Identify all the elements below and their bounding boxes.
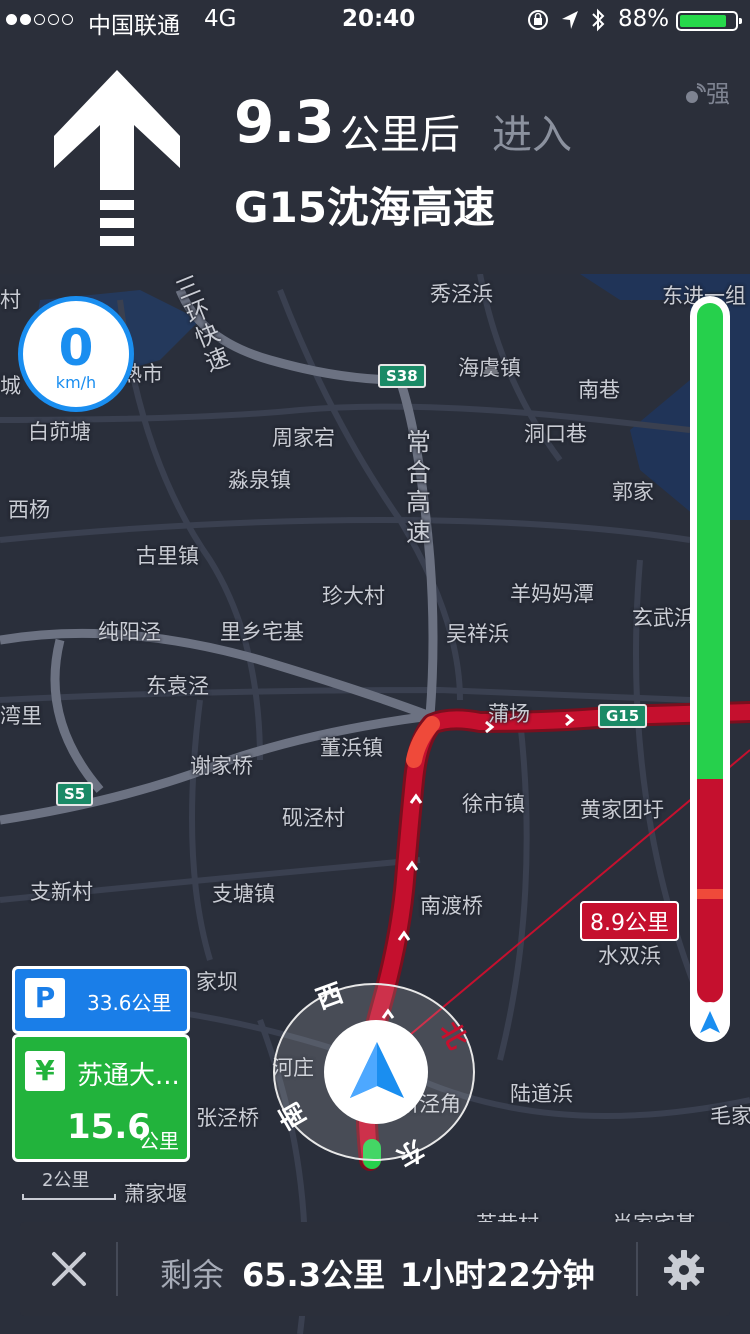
map-label: 西杨 bbox=[8, 498, 50, 522]
rotation-lock-icon bbox=[528, 10, 548, 30]
signal-dot bbox=[20, 14, 31, 25]
turn-action: 进入 bbox=[492, 112, 572, 158]
turn-distance-unit: 公里后 bbox=[340, 112, 460, 158]
map-label: 纯阳泾 bbox=[98, 620, 161, 644]
location-arrow-icon bbox=[562, 11, 578, 29]
bluetooth-icon bbox=[592, 8, 605, 32]
gps-strength: 强 bbox=[684, 74, 730, 109]
network-type: 4G bbox=[204, 6, 237, 32]
map-scale-bar bbox=[22, 1194, 116, 1200]
toll-distance-unit: 公里 bbox=[139, 1129, 179, 1153]
remaining-label: 剩余 bbox=[160, 1256, 225, 1294]
vehicle-position-icon bbox=[350, 1042, 404, 1098]
straight-arrow-icon bbox=[54, 70, 180, 246]
signal-dot bbox=[62, 14, 73, 25]
map-label: 古里镇 bbox=[136, 544, 199, 568]
map-label: 董浜镇 bbox=[320, 736, 383, 760]
map-scale-label: 2公里 bbox=[42, 1170, 90, 1191]
map-label: 郭家 bbox=[612, 480, 654, 504]
map-label: 南巷 bbox=[578, 378, 620, 402]
map-label: 常合高速 bbox=[406, 428, 432, 547]
map-label: 毛家 bbox=[710, 1104, 750, 1128]
map-label: 支塘镇 bbox=[212, 882, 275, 906]
map-label: 张泾桥 bbox=[196, 1106, 259, 1130]
navigation-header: 9.3 公里后 进入 G15沈海高速 强 bbox=[0, 40, 750, 274]
map-scale: 2公里 bbox=[22, 1166, 116, 1200]
map-label: 萧家堰 bbox=[124, 1182, 187, 1206]
map-label: 白茆塘 bbox=[28, 420, 91, 444]
destination-distance-tag: 8.9公里 bbox=[580, 901, 679, 941]
map-label: 谢家桥 bbox=[190, 754, 253, 778]
car-arrow-icon bbox=[700, 1011, 720, 1033]
turn-distance: 9.3 bbox=[234, 88, 335, 156]
signal-dot bbox=[48, 14, 59, 25]
divider bbox=[116, 1242, 118, 1296]
toll-station-name: 苏通大... bbox=[77, 1061, 180, 1091]
toll-station-card[interactable]: ¥ 苏通大... 15.6 公里 bbox=[12, 1034, 190, 1162]
map-label: 黄家团圩 bbox=[580, 798, 664, 822]
divider bbox=[636, 1242, 638, 1296]
parking-icon: P bbox=[25, 978, 65, 1018]
map-label: 水双浜 bbox=[598, 944, 661, 968]
map-label: 周家宕 bbox=[272, 426, 335, 450]
clock: 20:40 bbox=[342, 6, 416, 32]
map-label: 城 bbox=[0, 374, 21, 398]
speed-value: 0 bbox=[58, 319, 94, 377]
remaining-time: 1小时22分钟 bbox=[400, 1256, 595, 1294]
map-label: 湾里 bbox=[0, 704, 42, 728]
map-label: 吴祥浜 bbox=[446, 622, 509, 646]
map-label: 村 bbox=[0, 288, 21, 312]
map-label: 陆道浜 bbox=[510, 1082, 573, 1106]
map-label: 南渡桥 bbox=[420, 894, 483, 918]
progress-clear-segment bbox=[697, 303, 723, 779]
signal-dot bbox=[34, 14, 45, 25]
remaining-distance: 65.3公里 bbox=[242, 1256, 385, 1294]
parking-distance: 33.6公里 bbox=[87, 991, 172, 1015]
next-road-name: G15沈海高速 bbox=[234, 183, 495, 232]
speedometer: 0 km/h bbox=[18, 296, 134, 412]
compass[interactable]: 西 北 东 南 bbox=[272, 978, 476, 1172]
map-label: 秀泾浜 bbox=[430, 282, 493, 306]
battery-icon bbox=[676, 11, 742, 31]
map-label: 家坝 bbox=[196, 970, 238, 994]
gear-icon[interactable] bbox=[662, 1248, 706, 1292]
progress-slow-segment bbox=[697, 889, 723, 899]
map-label: 羊妈妈潭 bbox=[510, 582, 594, 606]
map-label: 蒲场 bbox=[488, 702, 530, 726]
highway-shield: S5 bbox=[56, 782, 94, 806]
map-label: 洞口巷 bbox=[524, 422, 587, 446]
map-label: 淼泉镇 bbox=[228, 468, 291, 492]
toll-yen-icon: ¥ bbox=[25, 1051, 65, 1091]
bottom-bar: 剩余 65.3公里 1小时22分钟 bbox=[20, 1222, 730, 1316]
map-label: 东袁泾 bbox=[146, 674, 209, 698]
speed-unit: km/h bbox=[55, 373, 97, 392]
map-label: 海虞镇 bbox=[458, 356, 521, 380]
map-label: 珍大村 bbox=[322, 584, 385, 608]
highway-shield: S38 bbox=[378, 364, 426, 388]
status-bar: 中国联通 4G 20:40 88% bbox=[0, 0, 750, 40]
map-label: 里乡宅基 bbox=[220, 620, 304, 644]
signal-dot bbox=[6, 14, 17, 25]
route-progress-bar bbox=[690, 296, 730, 1042]
satellite-icon bbox=[686, 83, 706, 103]
map-label: 支新村 bbox=[30, 880, 93, 904]
close-icon[interactable] bbox=[46, 1246, 92, 1292]
gps-strength-label: 强 bbox=[706, 80, 730, 108]
map-label: 徐市镇 bbox=[462, 792, 525, 816]
carrier-name: 中国联通 bbox=[88, 13, 180, 39]
parking-card[interactable]: P 33.6公里 bbox=[12, 966, 190, 1034]
map-label: 玄武浜 bbox=[632, 606, 695, 630]
progress-position-marker bbox=[690, 1002, 730, 1042]
battery-percent: 88% bbox=[618, 6, 670, 32]
highway-shield: G15 bbox=[598, 704, 648, 728]
map-label: 砚泾村 bbox=[282, 806, 345, 830]
